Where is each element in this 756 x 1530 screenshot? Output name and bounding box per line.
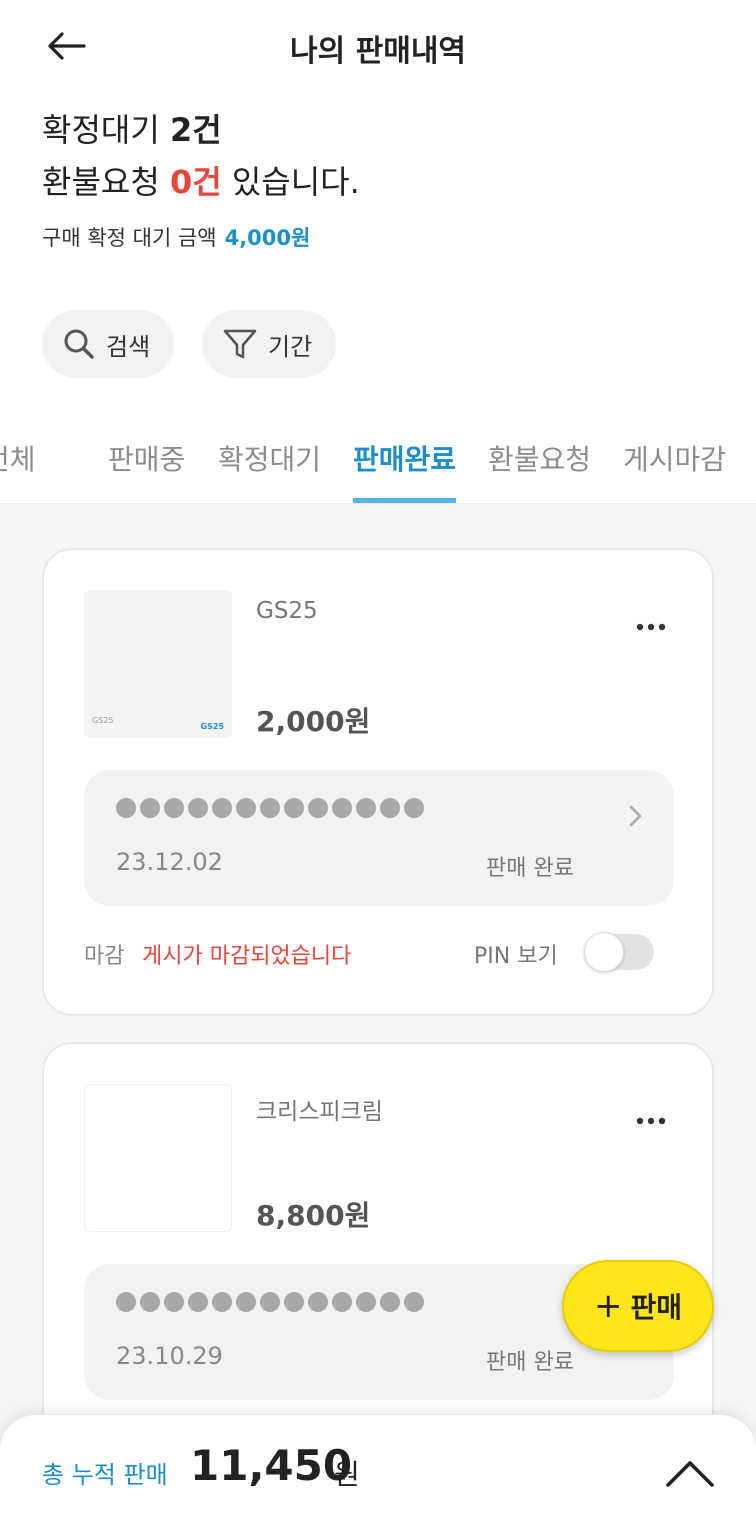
total-sales-sheet: 총 누적 판매 11,450 원 — [0, 1414, 756, 1530]
tab-pending-confirm[interactable]: 확정대기 — [218, 438, 321, 503]
tab-all[interactable]: 전체 — [0, 438, 36, 503]
product-brand: 크리스피크림 — [256, 1099, 383, 1125]
page-title: 나의 판매내역 — [289, 34, 467, 69]
sale-date: 23.10.29 — [116, 1342, 223, 1370]
total-sales-label: 총 누적 판매 — [42, 1461, 168, 1489]
card-footer: 마감 게시가 마감되었습니다 PIN 보기 — [84, 932, 672, 974]
pending-amount-label: 구매 확정 대기 금액 — [42, 226, 217, 250]
total-sales-unit: 원 — [334, 1458, 360, 1491]
pending-amount-value: 4,000원 — [224, 226, 311, 250]
sell-button-label: 판매 — [630, 1291, 683, 1324]
status-tabs: 전체 판매중 확정대기 판매완료 환불요청 게시마감 — [0, 420, 756, 504]
sale-card: 크리스피크림 8,800원 23.10.29 판매 완료 — [42, 1042, 714, 1462]
chevron-right-icon — [629, 805, 642, 827]
tab-closed[interactable]: 게시마감 — [623, 438, 726, 503]
chevron-up-icon — [666, 1461, 714, 1487]
sale-date: 23.12.02 — [116, 848, 223, 876]
pending-amount-row: 구매 확정 대기 금액 4,000원 — [42, 222, 360, 252]
product-brand: GS25 — [256, 598, 318, 624]
expand-sheet-button[interactable] — [662, 1451, 718, 1495]
refund-request-suffix: 있습니다. — [231, 163, 360, 201]
pending-confirm-label: 확정대기 — [42, 111, 160, 149]
more-options-button[interactable] — [636, 1098, 666, 1133]
search-chip[interactable]: 검색 — [42, 310, 175, 378]
product-thumbnail[interactable] — [84, 1084, 232, 1232]
more-options-button[interactable] — [636, 604, 666, 639]
masked-pin — [116, 1292, 424, 1312]
pin-toggle[interactable] — [584, 932, 654, 972]
product-price: 8,800원 — [256, 1199, 371, 1232]
total-sales-value: 11,450 — [190, 1441, 353, 1490]
toggle-knob — [584, 932, 624, 972]
more-icon — [636, 623, 666, 631]
tab-sold[interactable]: 판매완료 — [353, 438, 457, 503]
thumbnail-logo: GS25 — [200, 722, 224, 731]
product-thumbnail[interactable]: GS25 GS25 — [84, 590, 232, 738]
sales-summary: 확정대기 2건 환불요청 0건 있습니다. 구매 확정 대기 금액 4,000원 — [42, 104, 360, 252]
refund-request-line: 환불요청 0건 있습니다. — [42, 156, 360, 208]
plus-icon: + — [593, 1286, 623, 1326]
sale-status: 판매 완료 — [486, 1350, 574, 1375]
top-bar: 나의 판매내역 — [0, 0, 756, 92]
sale-status: 판매 완료 — [486, 856, 574, 881]
close-message: 게시가 마감되었습니다 — [142, 944, 352, 969]
masked-pin — [116, 798, 424, 818]
filter-icon — [223, 329, 257, 359]
period-chip-label: 기간 — [268, 332, 313, 361]
sell-button[interactable]: + 판매 — [562, 1260, 714, 1352]
close-label: 마감 — [84, 944, 125, 969]
refund-request-label: 환불요청 — [42, 163, 160, 201]
product-price: 2,000원 — [256, 705, 371, 738]
pending-confirm-count: 2건 — [169, 111, 222, 149]
tab-refund-request[interactable]: 환불요청 — [488, 438, 591, 503]
refund-request-count: 0건 — [169, 163, 222, 201]
search-chip-label: 검색 — [106, 332, 151, 361]
sale-card: GS25 GS25 GS25 2,000원 23.12.02 판매 완료 마감 … — [42, 548, 714, 1016]
pin-toggle-label: PIN 보기 — [474, 944, 558, 969]
period-chip[interactable]: 기간 — [202, 310, 337, 378]
pin-detail-box[interactable]: 23.12.02 판매 완료 — [84, 770, 674, 906]
tab-on-sale[interactable]: 판매중 — [108, 438, 185, 503]
more-icon — [636, 1117, 666, 1125]
thumbnail-brand-text: GS25 — [92, 716, 114, 725]
pending-confirm-line: 확정대기 2건 — [42, 104, 360, 156]
search-icon — [64, 329, 94, 359]
